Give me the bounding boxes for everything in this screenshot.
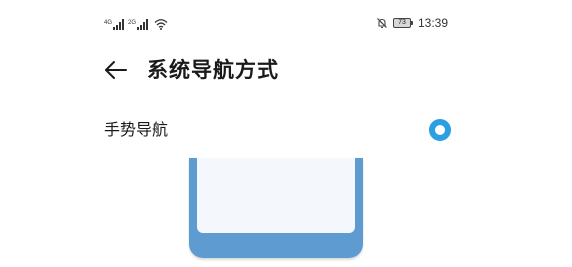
signal-icon [113, 19, 125, 30]
status-bar: 4G 2G 73 13:39 [0, 0, 572, 44]
network-type-label-2: 2G [128, 20, 137, 26]
gesture-preview-illustration [189, 158, 363, 258]
battery-level: 73 [398, 19, 406, 26]
status-time: 13:39 [417, 16, 448, 30]
back-arrow-icon [105, 61, 127, 79]
signal-group-2: 2G [128, 19, 149, 30]
signal-icon [137, 19, 149, 30]
option-label: 手势导航 [104, 120, 169, 139]
status-bar-right: 73 13:39 [376, 15, 448, 31]
preview-screen [197, 158, 355, 233]
status-bar-left: 4G 2G [104, 14, 168, 30]
mute-icon [377, 18, 387, 29]
battery-icon: 73 [392, 18, 413, 28]
wifi-icon [154, 19, 168, 30]
back-button[interactable] [102, 55, 132, 85]
option-gesture-navigation[interactable]: 手势导航 [96, 110, 464, 150]
page-title: 系统导航方式 [147, 58, 279, 82]
signal-group-1: 4G [104, 19, 125, 30]
screen: 4G 2G 73 13:39 系统导航方式 手势导航 [0, 0, 572, 267]
network-type-label-1: 4G [104, 20, 113, 26]
radio-selected-icon[interactable] [429, 119, 451, 141]
